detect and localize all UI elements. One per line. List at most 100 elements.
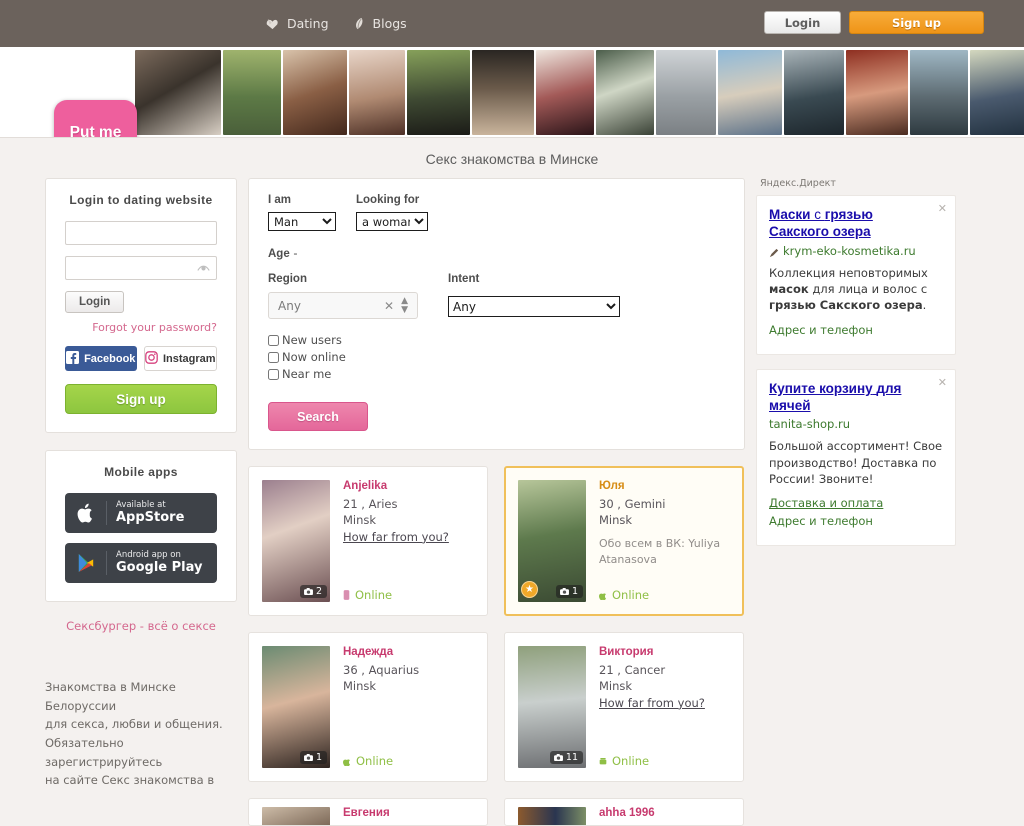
checkbox-near-me[interactable]: Near me — [268, 367, 725, 381]
checkbox-now-online-input[interactable] — [268, 351, 279, 363]
instagram-login-button[interactable]: Instagram — [143, 346, 217, 371]
profile-note: Обо всем в ВК: Yuliya Atanasova — [599, 536, 721, 567]
profile-card[interactable]: 2 Anjelika 21 , Aries Minsk How far from… — [248, 466, 488, 616]
intent-label: Intent — [448, 273, 480, 285]
profile-name[interactable]: Anjelika — [343, 480, 474, 492]
nav-item-dating[interactable]: Dating — [265, 16, 329, 31]
checkbox-new-users-input[interactable] — [268, 334, 279, 346]
login-button[interactable]: Login — [764, 11, 841, 34]
profile-photo[interactable] — [262, 807, 330, 825]
profile-name[interactable]: Надежда — [343, 646, 474, 658]
googleplay-text: Android app on Google Play — [116, 550, 202, 575]
intent-select[interactable]: Any — [448, 296, 620, 317]
appstore-small-label: Available at — [116, 500, 166, 511]
ad-title-link[interactable]: Купите корзину для мячей — [769, 381, 943, 415]
appstore-button[interactable]: Available at AppStore — [65, 493, 217, 533]
strip-photo[interactable] — [846, 50, 908, 135]
ad-contact-link[interactable]: Адрес и телефон — [769, 514, 943, 528]
strip-photo[interactable] — [223, 50, 281, 135]
strip-photo[interactable] — [910, 50, 968, 135]
region-clear-icon[interactable]: ✕ — [384, 299, 394, 313]
mobile-apps-panel: Mobile apps Available at AppStore Androi… — [45, 450, 237, 602]
nav-item-blogs[interactable]: Blogs — [351, 16, 407, 31]
region-select-wrap: Any ✕ ▲ ▼ — [268, 292, 418, 319]
heart-ribbon-icon — [265, 16, 280, 31]
put-me-here-badge[interactable]: Put me here! — [54, 100, 137, 137]
app-divider — [106, 551, 107, 575]
strip-photo[interactable] — [656, 50, 716, 135]
ad-contact-link[interactable]: Адрес и телефон — [769, 323, 943, 337]
checkbox-near-me-input[interactable] — [268, 368, 279, 380]
signup-panel-button[interactable]: Sign up — [65, 384, 217, 414]
profile-age-sign: 30 , Gemini — [599, 497, 666, 511]
profile-photo[interactable]: 1 — [262, 646, 330, 768]
password-input[interactable] — [65, 256, 217, 280]
ad-title-link[interactable]: Маски с грязью Сакского озера — [769, 207, 943, 241]
checkbox-now-online[interactable]: Now online — [268, 350, 725, 364]
profile-card[interactable]: 1 Надежда 36 , Aquarius Minsk Online — [248, 632, 488, 782]
region-spinner-icon[interactable]: ▲ ▼ — [401, 296, 408, 315]
login-submit-button[interactable]: Login — [65, 291, 125, 313]
profile-card[interactable]: 11 Виктория 21 , Cancer Minsk How far fr… — [504, 632, 744, 782]
main-content: I am Man Looking for a woman Age - Regio… — [248, 178, 745, 826]
ad-title-part-b: с — [810, 207, 825, 222]
ad-close-icon[interactable]: ✕ — [938, 377, 947, 388]
profile-photo[interactable] — [518, 807, 586, 825]
intent-group: Intent Any — [448, 273, 620, 319]
strip-photo[interactable] — [970, 50, 1024, 135]
strip-photo[interactable] — [283, 50, 347, 135]
strip-photo[interactable] — [718, 50, 782, 135]
ad-body-bold-1: масок — [769, 282, 809, 297]
profile-photo[interactable]: 11 — [518, 646, 586, 768]
profile-info: Anjelika 21 , Aries Minsk How far from y… — [343, 480, 474, 602]
looking-for-select[interactable]: a woman — [356, 212, 428, 231]
strip-photo[interactable] — [784, 50, 844, 135]
profile-photo[interactable]: 2 — [262, 480, 330, 602]
sidebar-promo-link[interactable]: Сексбургер - всё о сексе — [45, 619, 237, 633]
password-field-wrap — [65, 256, 217, 280]
featured-star-icon: ★ — [521, 581, 538, 598]
ad-title-part-a: Маски — [769, 207, 811, 222]
profile-card[interactable]: ahha 1996 — [504, 798, 744, 826]
profile-age-sign: 36 , Aquarius — [343, 663, 420, 677]
ad-delivery-link[interactable]: Доставка и оплата — [769, 496, 943, 510]
strip-photo[interactable] — [135, 50, 221, 135]
content-columns: Login to dating website Login Forgot you… — [0, 178, 1024, 826]
search-checkboxes: New users Now online Near me — [268, 333, 725, 381]
region-select[interactable]: Any ✕ ▲ ▼ — [268, 292, 418, 319]
checkbox-new-users[interactable]: New users — [268, 333, 725, 347]
top-bar: Dating Blogs Login Sign up — [0, 0, 1024, 47]
photo-count-badge: 2 — [299, 585, 327, 598]
forgot-password-link[interactable]: Forgot your password? — [65, 321, 217, 334]
i-am-select[interactable]: Man — [268, 212, 336, 231]
username-input[interactable] — [65, 221, 217, 245]
app-divider — [106, 501, 107, 525]
profile-name[interactable]: Евгения — [343, 807, 474, 819]
photo-count: 1 — [571, 586, 578, 597]
profile-card[interactable]: Евгения — [248, 798, 488, 826]
pencil-icon — [351, 16, 366, 31]
profile-name[interactable]: Юля — [599, 480, 730, 492]
strip-photo[interactable] — [349, 50, 405, 135]
strip-photo[interactable] — [407, 50, 470, 135]
strip-photo[interactable] — [472, 50, 534, 135]
profile-status-label: Online — [612, 588, 650, 602]
facebook-login-button[interactable]: Facebook — [65, 346, 137, 371]
signup-button[interactable]: Sign up — [849, 11, 984, 34]
googleplay-button[interactable]: Android app on Google Play — [65, 543, 217, 583]
profile-card[interactable]: ★ 1 Юля 30 , Gemini Minsk Обо всем в ВК:… — [504, 466, 744, 616]
strip-photo[interactable] — [536, 50, 594, 135]
profile-name[interactable]: Виктория — [599, 646, 730, 658]
ad-block: ✕ Маски с грязью Сакского озера krym-eko… — [756, 195, 956, 355]
age-label: Age — [268, 248, 290, 260]
profile-photo[interactable]: ★ 1 — [518, 480, 586, 602]
how-far-link[interactable]: How far from you? — [343, 530, 474, 544]
profile-city: Minsk — [599, 513, 633, 528]
profile-name[interactable]: ahha 1996 — [599, 807, 730, 819]
sidebar-promo-text: Знакомства в Минске Белоруссии для секса… — [45, 680, 223, 788]
strip-photo[interactable] — [596, 50, 654, 135]
search-submit-button[interactable]: Search — [268, 402, 368, 431]
ad-body-pre: Коллекция неповторимых — [769, 265, 928, 280]
ad-close-icon[interactable]: ✕ — [938, 203, 947, 214]
how-far-link[interactable]: How far from you? — [599, 696, 730, 710]
